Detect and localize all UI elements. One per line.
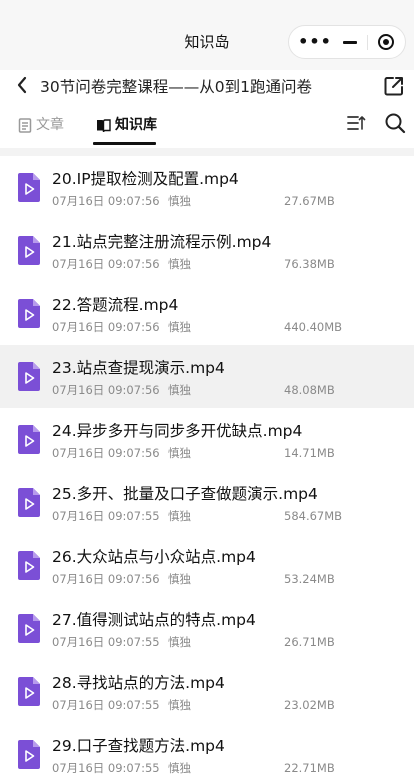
list-item[interactable]: 21.站点完整注册流程示例.mp4 07月16日 09:07:56 慎独 76.38M…	[0, 219, 414, 282]
file-date: 07月16日 09:07:55	[52, 698, 160, 712]
video-file-icon	[18, 236, 40, 265]
file-size: 76.38MB	[284, 257, 335, 271]
file-size: 584.67MB	[284, 509, 343, 523]
file-size: 440.40MB	[284, 320, 343, 334]
video-file-icon	[18, 488, 40, 517]
list-item[interactable]: 23.站点查提现演示.mp4 07月16日 09:07:56 慎独 48.08MB	[0, 345, 414, 408]
more-dots-icon: •••	[298, 32, 332, 51]
list-item[interactable]: 29.口子查找题方法.mp4 07月16日 09:07:55 慎独 22.71MB	[0, 723, 414, 780]
file-size: 26.71MB	[284, 635, 335, 649]
file-name: 24.异步多开与同步多开优缺点.mp4	[52, 422, 303, 440]
file-name: 29.口子查找题方法.mp4	[52, 737, 225, 755]
file-date: 07月16日 09:07:55	[52, 635, 160, 649]
video-file-icon	[18, 677, 40, 706]
video-file-icon	[18, 425, 40, 454]
share-icon[interactable]	[382, 74, 406, 98]
file-size: 27.67MB	[284, 194, 335, 208]
sort-icon[interactable]	[346, 113, 366, 133]
list-item[interactable]: 28.寻找站点的方法.mp4 07月16日 09:07:55 慎独 23.02MB	[0, 660, 414, 723]
book-icon	[97, 118, 111, 132]
file-author: 慎独	[168, 194, 191, 208]
file-date: 07月16日 09:07:56	[52, 257, 160, 271]
list-item[interactable]: 26.大众站点与小众站点.mp4 07月16日 09:07:56 慎独 53.24MB	[0, 534, 414, 597]
file-name: 25.多开、批量及口子查做题演示.mp4	[52, 485, 318, 503]
file-date: 07月16日 09:07:56	[52, 194, 160, 208]
video-file-icon	[18, 740, 40, 769]
search-icon[interactable]	[384, 112, 406, 134]
file-author: 慎独	[168, 761, 191, 775]
file-author: 慎独	[168, 509, 191, 523]
file-author: 慎独	[168, 698, 191, 712]
file-size: 23.02MB	[284, 698, 335, 712]
file-date: 07月16日 09:07:55	[52, 761, 160, 775]
video-file-icon	[18, 551, 40, 580]
file-name: 27.值得测试站点的特点.mp4	[52, 611, 256, 629]
capsule-menu: •••	[288, 25, 406, 59]
file-size: 48.08MB	[284, 383, 335, 397]
document-icon	[18, 117, 32, 133]
file-date: 07月16日 09:07:56	[52, 383, 160, 397]
file-author: 慎独	[168, 635, 191, 649]
list-item[interactable]: 20.IP提取检测及配置.mp4 07月16日 09:07:56 慎独 27.67MB	[0, 156, 414, 219]
target-icon	[378, 34, 394, 50]
file-date: 07月16日 09:07:56	[52, 446, 160, 460]
tab-article-label: 文章	[36, 117, 64, 133]
list-item[interactable]: 24.异步多开与同步多开优缺点.mp4 07月16日 09:07:56 慎独 14.7…	[0, 408, 414, 471]
chevron-left-icon	[17, 76, 27, 94]
file-size: 22.71MB	[284, 761, 335, 775]
tab-article[interactable]: 文章	[18, 114, 64, 136]
file-date: 07月16日 09:07:56	[52, 572, 160, 586]
file-name: 23.站点查提现演示.mp4	[52, 359, 225, 377]
course-title: 30节问卷完整课程——从0到1跑通问卷	[40, 78, 312, 96]
file-name: 26.大众站点与小众站点.mp4	[52, 548, 256, 566]
close-button[interactable]	[369, 26, 403, 58]
capsule-divider	[367, 35, 368, 50]
list-item[interactable]: 27.值得测试站点的特点.mp4 07月16日 09:07:55 慎独 26.71MB	[0, 597, 414, 660]
file-author: 慎独	[168, 320, 191, 334]
course-header: 30节问卷完整课程——从0到1跑通问卷	[0, 70, 414, 102]
file-list: 20.IP提取检测及配置.mp4 07月16日 09:07:56 慎独 27.67MB…	[0, 156, 414, 780]
back-button[interactable]	[10, 72, 34, 98]
minus-icon	[343, 40, 357, 44]
list-item[interactable]: 22.答题流程.mp4 07月16日 09:07:56 慎独 440.40MB	[0, 282, 414, 345]
video-file-icon	[18, 173, 40, 202]
file-name: 22.答题流程.mp4	[52, 296, 179, 314]
section-divider	[0, 148, 414, 156]
file-author: 慎独	[168, 257, 191, 271]
mini-program-nav-bar: 知识岛 •••	[0, 0, 414, 70]
tab-knowledge-base-label: 知识库	[115, 117, 157, 133]
video-file-icon	[18, 362, 40, 391]
file-size: 53.24MB	[284, 572, 335, 586]
file-date: 07月16日 09:07:56	[52, 320, 160, 334]
minimize-button[interactable]	[333, 26, 367, 58]
video-file-icon	[18, 614, 40, 643]
video-file-icon	[18, 299, 40, 328]
file-name: 20.IP提取检测及配置.mp4	[52, 170, 239, 188]
file-date: 07月16日 09:07:55	[52, 509, 160, 523]
file-author: 慎独	[168, 383, 191, 397]
tab-knowledge-base[interactable]: 知识库	[96, 114, 157, 136]
list-item[interactable]: 25.多开、批量及口子查做题演示.mp4 07月16日 09:07:55 慎独 584…	[0, 471, 414, 534]
more-button[interactable]: •••	[295, 26, 335, 58]
file-name: 28.寻找站点的方法.mp4	[52, 674, 225, 692]
active-tab-indicator	[93, 142, 156, 145]
file-author: 慎独	[168, 446, 191, 460]
file-author: 慎独	[168, 572, 191, 586]
file-size: 14.71MB	[284, 446, 335, 460]
file-name: 21.站点完整注册流程示例.mp4	[52, 233, 272, 251]
